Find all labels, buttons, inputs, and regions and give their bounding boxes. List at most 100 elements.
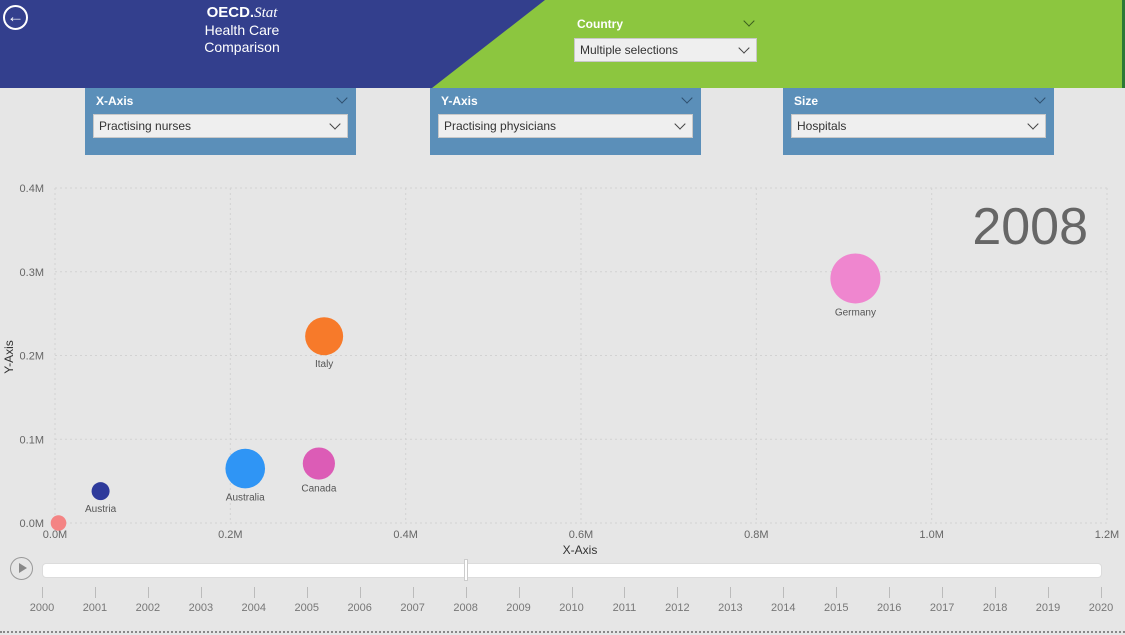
bottom-border <box>0 631 1125 633</box>
timeline-year-2005[interactable]: 2005 <box>287 602 327 614</box>
x-tick-label: 0.0M <box>43 529 67 541</box>
x-tick-label: 0.2M <box>218 529 242 541</box>
country-slicer-title: Country <box>577 17 623 31</box>
back-arrow-icon[interactable]: ← <box>3 5 28 30</box>
country-dropdown[interactable]: Multiple selections <box>574 38 757 62</box>
timeline-year-2004[interactable]: 2004 <box>234 602 274 614</box>
timeline-tick <box>465 587 467 598</box>
bubble-austria[interactable] <box>91 482 110 501</box>
timeline-year-2015[interactable]: 2015 <box>816 602 856 614</box>
chevron-down-icon[interactable] <box>681 92 693 104</box>
timeline-tick <box>836 587 838 598</box>
x-axis-title: X-Axis <box>563 543 598 557</box>
bubble-label: Australia <box>226 492 265 503</box>
x-axis-dropdown[interactable]: Practising nurses <box>93 114 348 138</box>
bubble-germany[interactable] <box>830 253 881 304</box>
timeline-year-2017[interactable]: 2017 <box>922 602 962 614</box>
chevron-down-icon <box>674 118 686 130</box>
size-dropdown-value: Hospitals <box>797 119 847 133</box>
timeline-track[interactable] <box>42 563 1102 578</box>
timeline-tick <box>306 587 308 598</box>
x-tick-label: 0.6M <box>569 529 593 541</box>
timeline-tick <box>359 587 361 598</box>
timeline-year-2019[interactable]: 2019 <box>1028 602 1068 614</box>
timeline-year-2011[interactable]: 2011 <box>604 602 644 614</box>
y-tick-label: 0.4M <box>20 183 44 195</box>
y-tick-label: 0.0M <box>20 518 44 530</box>
timeline-year-2008[interactable]: 2008 <box>446 602 486 614</box>
timeline-year-2013[interactable]: 2013 <box>710 602 750 614</box>
timeline-tick <box>942 587 944 598</box>
x-tick-label: 0.8M <box>744 529 768 541</box>
chevron-down-icon[interactable] <box>1034 92 1046 104</box>
timeline-year-2016[interactable]: 2016 <box>869 602 909 614</box>
bubble-chart[interactable]: 2008 0.0M 0.2M 0.4M 0.6M 0.8M 1.0M 1.2M 0.0M 0.… <box>0 160 1125 560</box>
size-slicer-title: Size <box>794 94 819 108</box>
brand-logo: OECD.Stat <box>206 4 278 21</box>
bubble-unlabeled[interactable] <box>50 515 67 531</box>
timeline-tick <box>200 587 202 598</box>
chevron-down-icon <box>1027 118 1039 130</box>
timeline-tick <box>253 587 255 598</box>
timeline-tick <box>677 587 679 598</box>
bubble-australia[interactable] <box>225 448 266 489</box>
timeline-tick <box>624 587 626 598</box>
timeline-tick <box>995 587 997 598</box>
bubble-label: Austria <box>85 504 117 515</box>
x-tick-label: 1.0M <box>919 529 943 541</box>
timeline-tick <box>1048 587 1050 598</box>
timeline-tick <box>147 587 149 598</box>
y-tick-label: 0.1M <box>20 434 44 446</box>
country-dropdown-value: Multiple selections <box>580 43 679 57</box>
timeline-tick <box>518 587 520 598</box>
timeline-year-2000[interactable]: 2000 <box>22 602 62 614</box>
timeline-handle[interactable] <box>464 559 468 581</box>
bubble-italy[interactable] <box>305 317 344 356</box>
x-tick-label: 0.4M <box>393 529 417 541</box>
timeline-year-2020[interactable]: 2020 <box>1081 602 1121 614</box>
size-dropdown[interactable]: Hospitals <box>791 114 1046 138</box>
bubble-label: Italy <box>315 359 333 370</box>
timeline-tick <box>94 587 96 598</box>
y-axis-title: Y-Axis <box>2 340 16 374</box>
y-tick-label: 0.2M <box>20 351 44 363</box>
timeline-tick <box>571 587 573 598</box>
y-axis-dropdown-value: Practising physicians <box>444 119 557 133</box>
x-axis-slicer: X-Axis Practising nurses <box>85 88 356 155</box>
timeline-year-2003[interactable]: 2003 <box>181 602 221 614</box>
bubble-canada[interactable] <box>302 447 335 480</box>
timeline-tick <box>1101 587 1102 598</box>
y-axis-slicer-title: Y-Axis <box>441 94 478 108</box>
chevron-down-icon <box>738 42 750 54</box>
chevron-down-icon <box>329 118 341 130</box>
timeline-tick <box>730 587 732 598</box>
timeline-year-2010[interactable]: 2010 <box>552 602 592 614</box>
timeline-year-2012[interactable]: 2012 <box>657 602 697 614</box>
report-title-line2: Comparison <box>204 39 280 55</box>
chevron-down-icon[interactable] <box>336 92 348 104</box>
play-icon[interactable] <box>10 557 33 580</box>
y-axis-slicer: Y-Axis Practising physicians <box>430 88 701 155</box>
size-slicer: Size Hospitals <box>783 88 1054 155</box>
timeline-year-2006[interactable]: 2006 <box>340 602 380 614</box>
timeline-tick <box>412 587 414 598</box>
timeline-year-2018[interactable]: 2018 <box>975 602 1015 614</box>
x-tick-label: 1.2M <box>1095 529 1119 541</box>
x-axis-slicer-title: X-Axis <box>96 94 134 108</box>
timeline-tick <box>42 587 43 598</box>
bubble-label: Germany <box>835 307 876 318</box>
brand-block: OECD.Stat Health Care Comparison <box>198 4 286 56</box>
timeline-year-2002[interactable]: 2002 <box>128 602 168 614</box>
timeline-year-2009[interactable]: 2009 <box>499 602 539 614</box>
y-axis-dropdown[interactable]: Practising physicians <box>438 114 693 138</box>
current-year-watermark: 2008 <box>972 198 1088 256</box>
timeline-year-2007[interactable]: 2007 <box>393 602 433 614</box>
timeline-tick <box>783 587 785 598</box>
report-title-line1: Health Care <box>204 22 280 38</box>
bubble-label: Canada <box>301 484 336 495</box>
timeline-year-2014[interactable]: 2014 <box>763 602 803 614</box>
y-tick-label: 0.3M <box>20 267 44 279</box>
x-axis-dropdown-value: Practising nurses <box>99 119 192 133</box>
timeline-tick <box>889 587 891 598</box>
timeline-year-2001[interactable]: 2001 <box>75 602 115 614</box>
